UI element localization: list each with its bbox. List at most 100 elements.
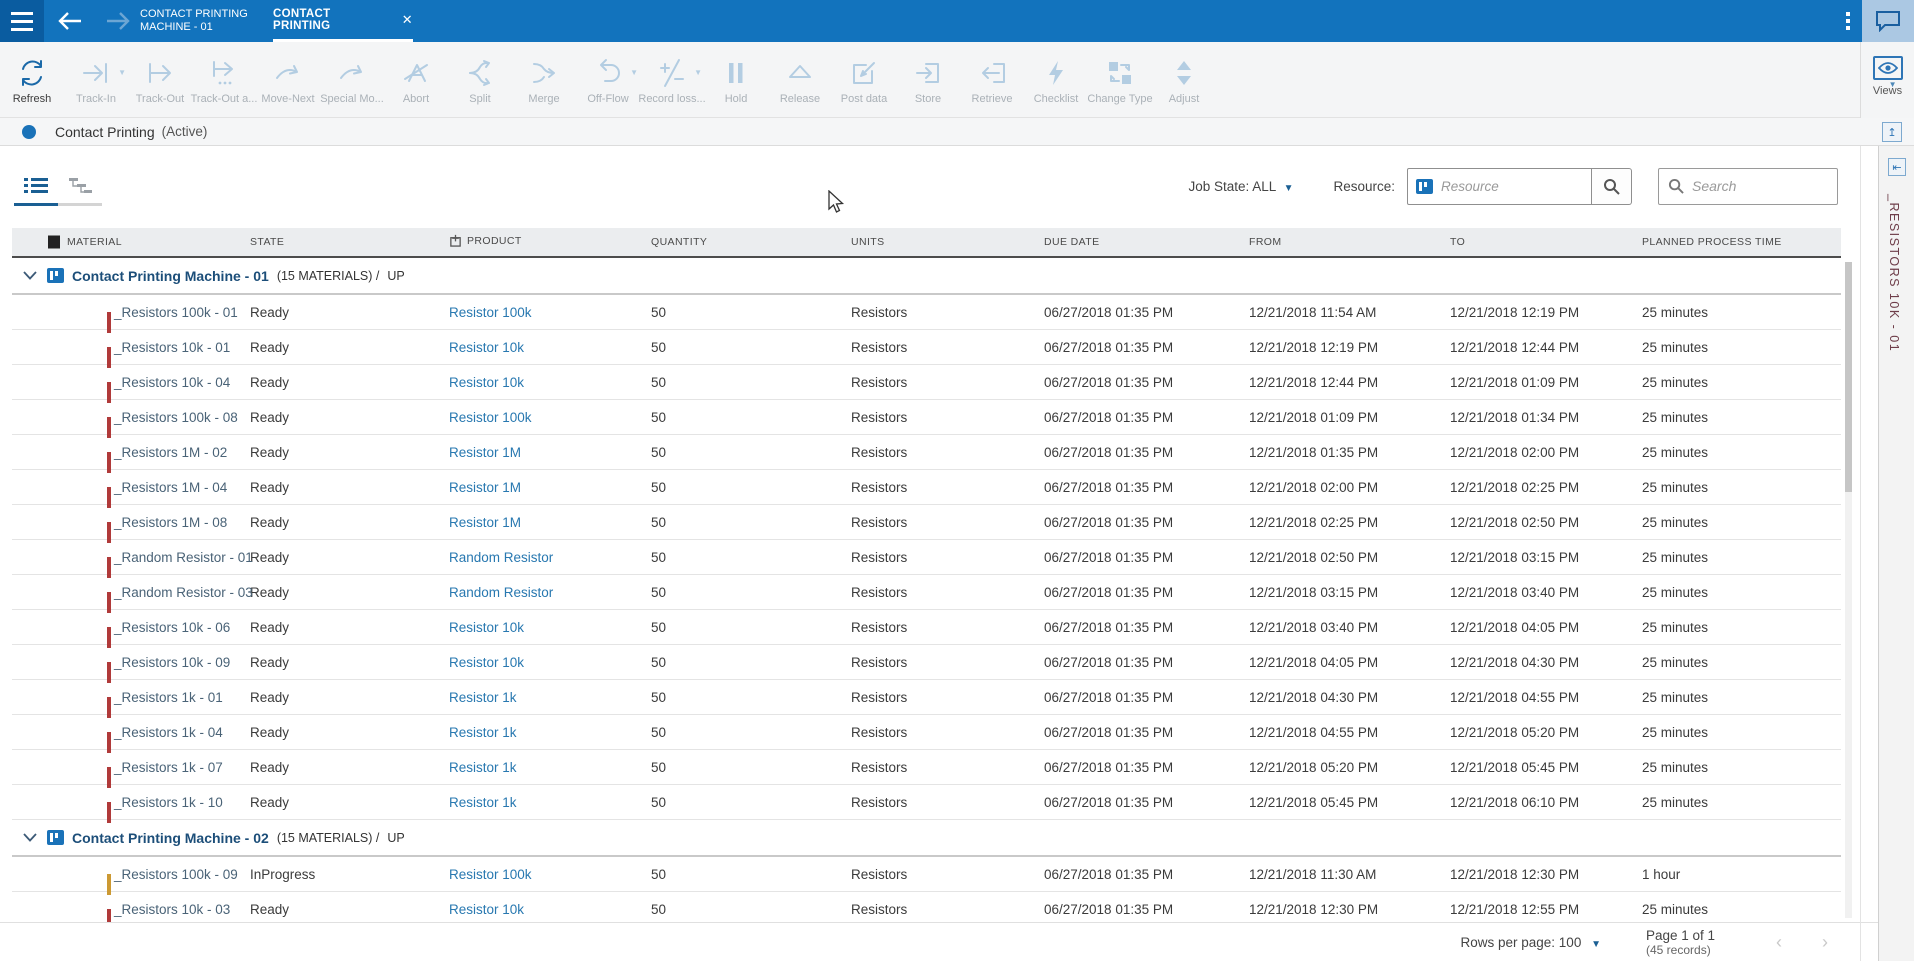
due-date-cell: 06/27/2018 01:35 PM — [1044, 515, 1249, 530]
product-link[interactable]: Resistor 10k — [449, 340, 524, 355]
material-cell[interactable]: _Resistors 1k - 10 — [12, 795, 250, 810]
collapse-group-chevron-icon[interactable] — [23, 267, 37, 285]
rows-per-page-dropdown[interactable]: Rows per page: 100 ▼ — [1460, 935, 1601, 950]
gantt-view-toggle[interactable] — [58, 168, 102, 206]
group-row-machine-2[interactable]: Contact Printing Machine - 02(15 MATERIA… — [12, 820, 1841, 857]
list-view-toggle[interactable] — [14, 168, 58, 206]
product-cell: Resistor 100k — [449, 867, 651, 882]
table-row[interactable]: _Resistors 1k - 04ReadyResistor 1k50Resi… — [12, 715, 1841, 750]
product-link[interactable]: Resistor 100k — [449, 410, 532, 425]
table-row[interactable]: _Resistors 1M - 04ReadyResistor 1M50Resi… — [12, 470, 1841, 505]
page-number-text: Page 1 of 1 — [1646, 928, 1756, 943]
group-row-machine-1[interactable]: Contact Printing Machine - 01(15 MATERIA… — [12, 258, 1841, 295]
units-cell: Resistors — [851, 655, 1044, 670]
from-cell: 12/21/2018 03:15 PM — [1249, 585, 1450, 600]
job-state-dropdown[interactable]: Job State: ALL ▼ — [1188, 179, 1293, 194]
product-link[interactable]: Resistor 100k — [449, 305, 532, 320]
table-row[interactable]: _Resistors 10k - 06ReadyResistor 10k50Re… — [12, 610, 1841, 645]
material-cell[interactable]: _Resistors 1M - 02 — [12, 445, 250, 460]
tab-contact-printing-machine-01[interactable]: CONTACT PRINTING MACHINE - 01 — [140, 0, 285, 42]
column-header-to[interactable]: TO — [1450, 236, 1642, 248]
table-row[interactable]: _Resistors 10k - 09ReadyResistor 10k50Re… — [12, 645, 1841, 680]
expand-panel-icon[interactable]: ↥ — [1882, 122, 1902, 142]
collapse-group-chevron-icon[interactable] — [23, 829, 37, 847]
resource-input[interactable]: Resource — [1407, 168, 1592, 205]
expand-side-panel-icon[interactable]: ⇤ — [1888, 158, 1906, 176]
product-link[interactable]: Resistor 1k — [449, 795, 517, 810]
product-link[interactable]: Resistor 1M — [449, 445, 521, 460]
grid-scrollbar[interactable] — [1845, 262, 1852, 918]
material-cell[interactable]: _Resistors 10k - 01 — [12, 340, 250, 355]
column-header-due[interactable]: DUE DATE — [1044, 236, 1249, 248]
product-link[interactable]: Random Resistor — [449, 550, 553, 565]
overflow-menu-icon[interactable] — [1836, 0, 1860, 42]
back-icon[interactable] — [48, 0, 92, 42]
column-header-from[interactable]: FROM — [1249, 236, 1450, 248]
column-header-material[interactable]: MATERIAL — [12, 236, 250, 248]
retrieve-icon — [977, 56, 1007, 90]
table-row[interactable]: _Random Resistor - 03ReadyRandom Resisto… — [12, 575, 1841, 610]
material-cell[interactable]: _Resistors 100k - 08 — [12, 410, 250, 425]
column-header-planned[interactable]: PLANNED PROCESS TIME — [1642, 236, 1841, 248]
resource-lookup-button[interactable] — [1592, 168, 1632, 205]
tab-contact-printing[interactable]: CONTACT PRINTING ✕ — [273, 0, 413, 42]
table-row[interactable]: _Resistors 1k - 01ReadyResistor 1k50Resi… — [12, 680, 1841, 715]
select-all-checkbox[interactable] — [48, 236, 60, 249]
table-row[interactable]: _Resistors 10k - 04ReadyResistor 10k50Re… — [12, 365, 1841, 400]
views-dropdown-caret-icon[interactable]: ▼ — [1889, 80, 1897, 89]
material-cell[interactable]: _Random Resistor - 01 — [12, 550, 250, 565]
planned-time-cell: 25 minutes — [1642, 760, 1841, 775]
table-row[interactable]: _Random Resistor - 01ReadyRandom Resisto… — [12, 540, 1841, 575]
product-link[interactable]: Resistor 1k — [449, 760, 517, 775]
column-header-state[interactable]: STATE — [250, 236, 449, 248]
product-link[interactable]: Resistor 1M — [449, 480, 521, 495]
product-link[interactable]: Resistor 10k — [449, 655, 524, 670]
product-link[interactable]: Resistor 10k — [449, 375, 524, 390]
table-row[interactable]: _Resistors 1k - 07ReadyResistor 1k50Resi… — [12, 750, 1841, 785]
material-cell[interactable]: _Resistors 10k - 06 — [12, 620, 250, 635]
views-button[interactable]: ▼ Views — [1860, 42, 1914, 118]
search-input[interactable]: Search — [1658, 168, 1838, 205]
column-header-product[interactable]: PRODUCT — [449, 234, 651, 250]
close-tab-icon[interactable]: ✕ — [402, 12, 413, 28]
units-cell: Resistors — [851, 340, 1044, 355]
product-link[interactable]: Random Resistor — [449, 585, 553, 600]
material-cell[interactable]: _Resistors 1M - 08 — [12, 515, 250, 530]
product-link[interactable]: Resistor 100k — [449, 867, 532, 882]
comments-panel-button[interactable] — [1862, 0, 1914, 42]
to-cell: 12/21/2018 06:10 PM — [1450, 795, 1642, 810]
material-cell[interactable]: _Resistors 10k - 09 — [12, 655, 250, 670]
product-link[interactable]: Resistor 10k — [449, 902, 524, 917]
column-header-units[interactable]: UNITS — [851, 236, 1044, 248]
material-cell[interactable]: _Resistors 1k - 07 — [12, 760, 250, 775]
table-row[interactable]: _Resistors 1k - 10ReadyResistor 1k50Resi… — [12, 785, 1841, 820]
product-link[interactable]: Resistor 1k — [449, 725, 517, 740]
material-cell[interactable]: _Resistors 1M - 04 — [12, 480, 250, 495]
table-row[interactable]: _Resistors 100k - 08ReadyResistor 100k50… — [12, 400, 1841, 435]
product-cell: Resistor 1k — [449, 690, 651, 705]
product-link[interactable]: Resistor 10k — [449, 620, 524, 635]
material-cell[interactable]: _Resistors 100k - 01 — [12, 305, 250, 320]
table-row[interactable]: _Resistors 100k - 01ReadyResistor 100k50… — [12, 295, 1841, 330]
table-row[interactable]: _Resistors 1M - 02ReadyResistor 1M50Resi… — [12, 435, 1841, 470]
material-cell[interactable]: _Resistors 10k - 03 — [12, 902, 250, 917]
material-cell[interactable]: _Random Resistor - 03 — [12, 585, 250, 600]
store-icon — [913, 56, 943, 90]
planned-time-cell: 25 minutes — [1642, 550, 1841, 565]
product-link[interactable]: Resistor 1M — [449, 515, 521, 530]
table-row[interactable]: _Resistors 1M - 08ReadyResistor 1M50Resi… — [12, 505, 1841, 540]
grid-scrollbar-thumb[interactable] — [1845, 262, 1852, 492]
material-cell[interactable]: _Resistors 10k - 04 — [12, 375, 250, 390]
material-cell[interactable]: _Resistors 1k - 01 — [12, 690, 250, 705]
table-row[interactable]: _Resistors 10k - 03ReadyResistor 10k50Re… — [12, 892, 1841, 922]
product-cell: Resistor 10k — [449, 620, 651, 635]
material-cell[interactable]: _Resistors 1k - 04 — [12, 725, 250, 740]
table-row[interactable]: _Resistors 100k - 09InProgressResistor 1… — [12, 857, 1841, 892]
refresh-button[interactable]: Refresh — [0, 56, 64, 105]
material-cell[interactable]: _Resistors 100k - 09 — [12, 867, 250, 882]
hamburger-menu-icon[interactable] — [0, 0, 44, 42]
column-header-quantity[interactable]: QUANTITY — [651, 236, 851, 248]
product-link[interactable]: Resistor 1k — [449, 690, 517, 705]
table-row[interactable]: _Resistors 10k - 01ReadyResistor 10k50Re… — [12, 330, 1841, 365]
due-date-cell: 06/27/2018 01:35 PM — [1044, 410, 1249, 425]
